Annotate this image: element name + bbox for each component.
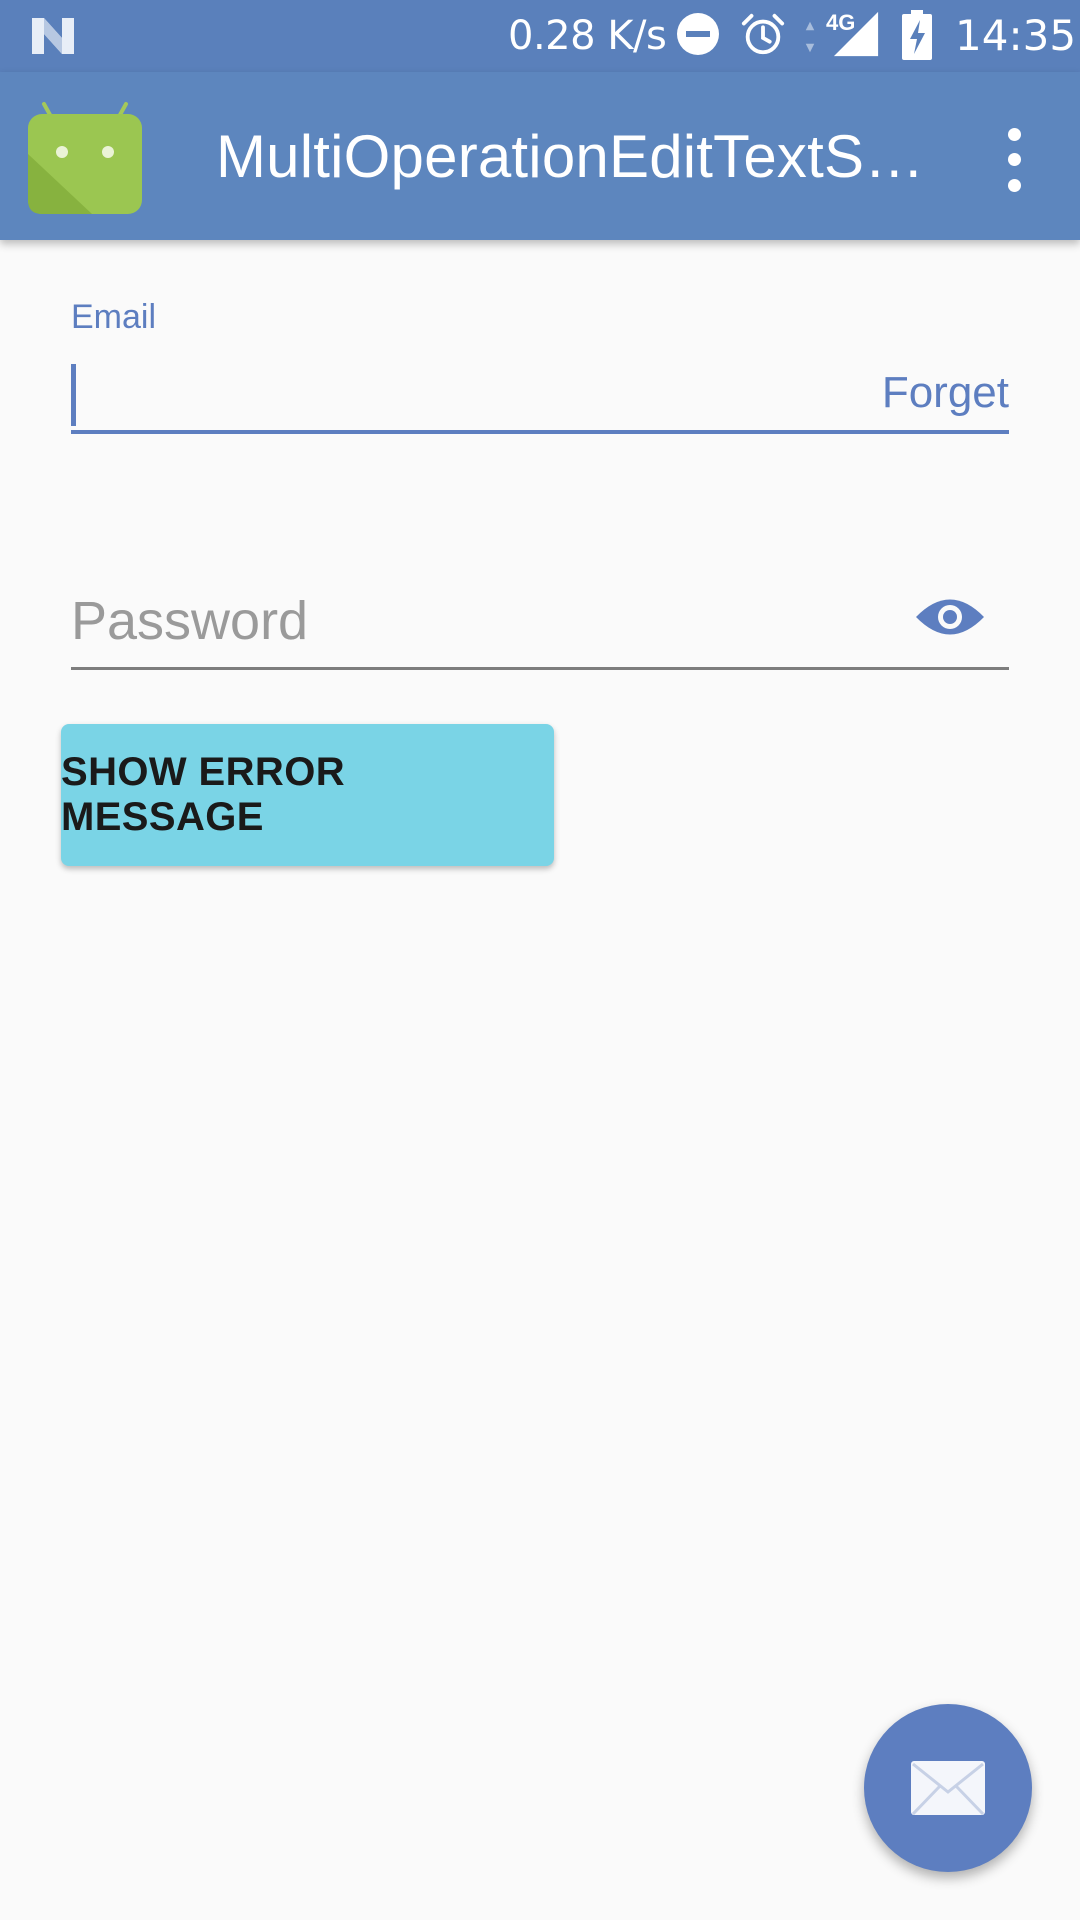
overflow-dot — [1007, 178, 1021, 192]
signal-icon — [833, 11, 879, 57]
email-fab-button[interactable] — [864, 1704, 1032, 1872]
email-icon — [911, 1761, 985, 1816]
app-title: MultiOperationEditTextS… — [216, 123, 925, 190]
overflow-menu-icon[interactable] — [990, 122, 1038, 198]
email-field[interactable]: Forget — [71, 354, 1009, 434]
overflow-dot — [1007, 153, 1021, 167]
alarm-icon — [741, 13, 785, 55]
password-placeholder: Password — [71, 591, 309, 651]
do-not-disturb-icon — [677, 13, 719, 55]
status-bar: 0.28 K/s 4G 14:35 — [0, 0, 1080, 72]
password-field[interactable]: Password — [71, 580, 1009, 670]
data-arrows-icon — [805, 21, 815, 53]
app-bar: MultiOperationEditTextS… — [0, 72, 1080, 240]
forget-button[interactable]: Forget — [882, 368, 1009, 418]
network-speed: 0.28 K/s — [508, 13, 667, 59]
text-caret — [71, 364, 76, 426]
overflow-dot — [1007, 128, 1021, 142]
email-label: Email — [71, 298, 157, 336]
clock: 14:35 — [955, 11, 1077, 60]
battery-charging-icon — [902, 10, 932, 60]
notification-n-icon — [32, 18, 74, 54]
android-app-icon — [28, 102, 142, 214]
show-error-message-button[interactable]: SHOW ERROR MESSAGE — [61, 724, 554, 866]
eye-icon[interactable] — [914, 592, 986, 642]
